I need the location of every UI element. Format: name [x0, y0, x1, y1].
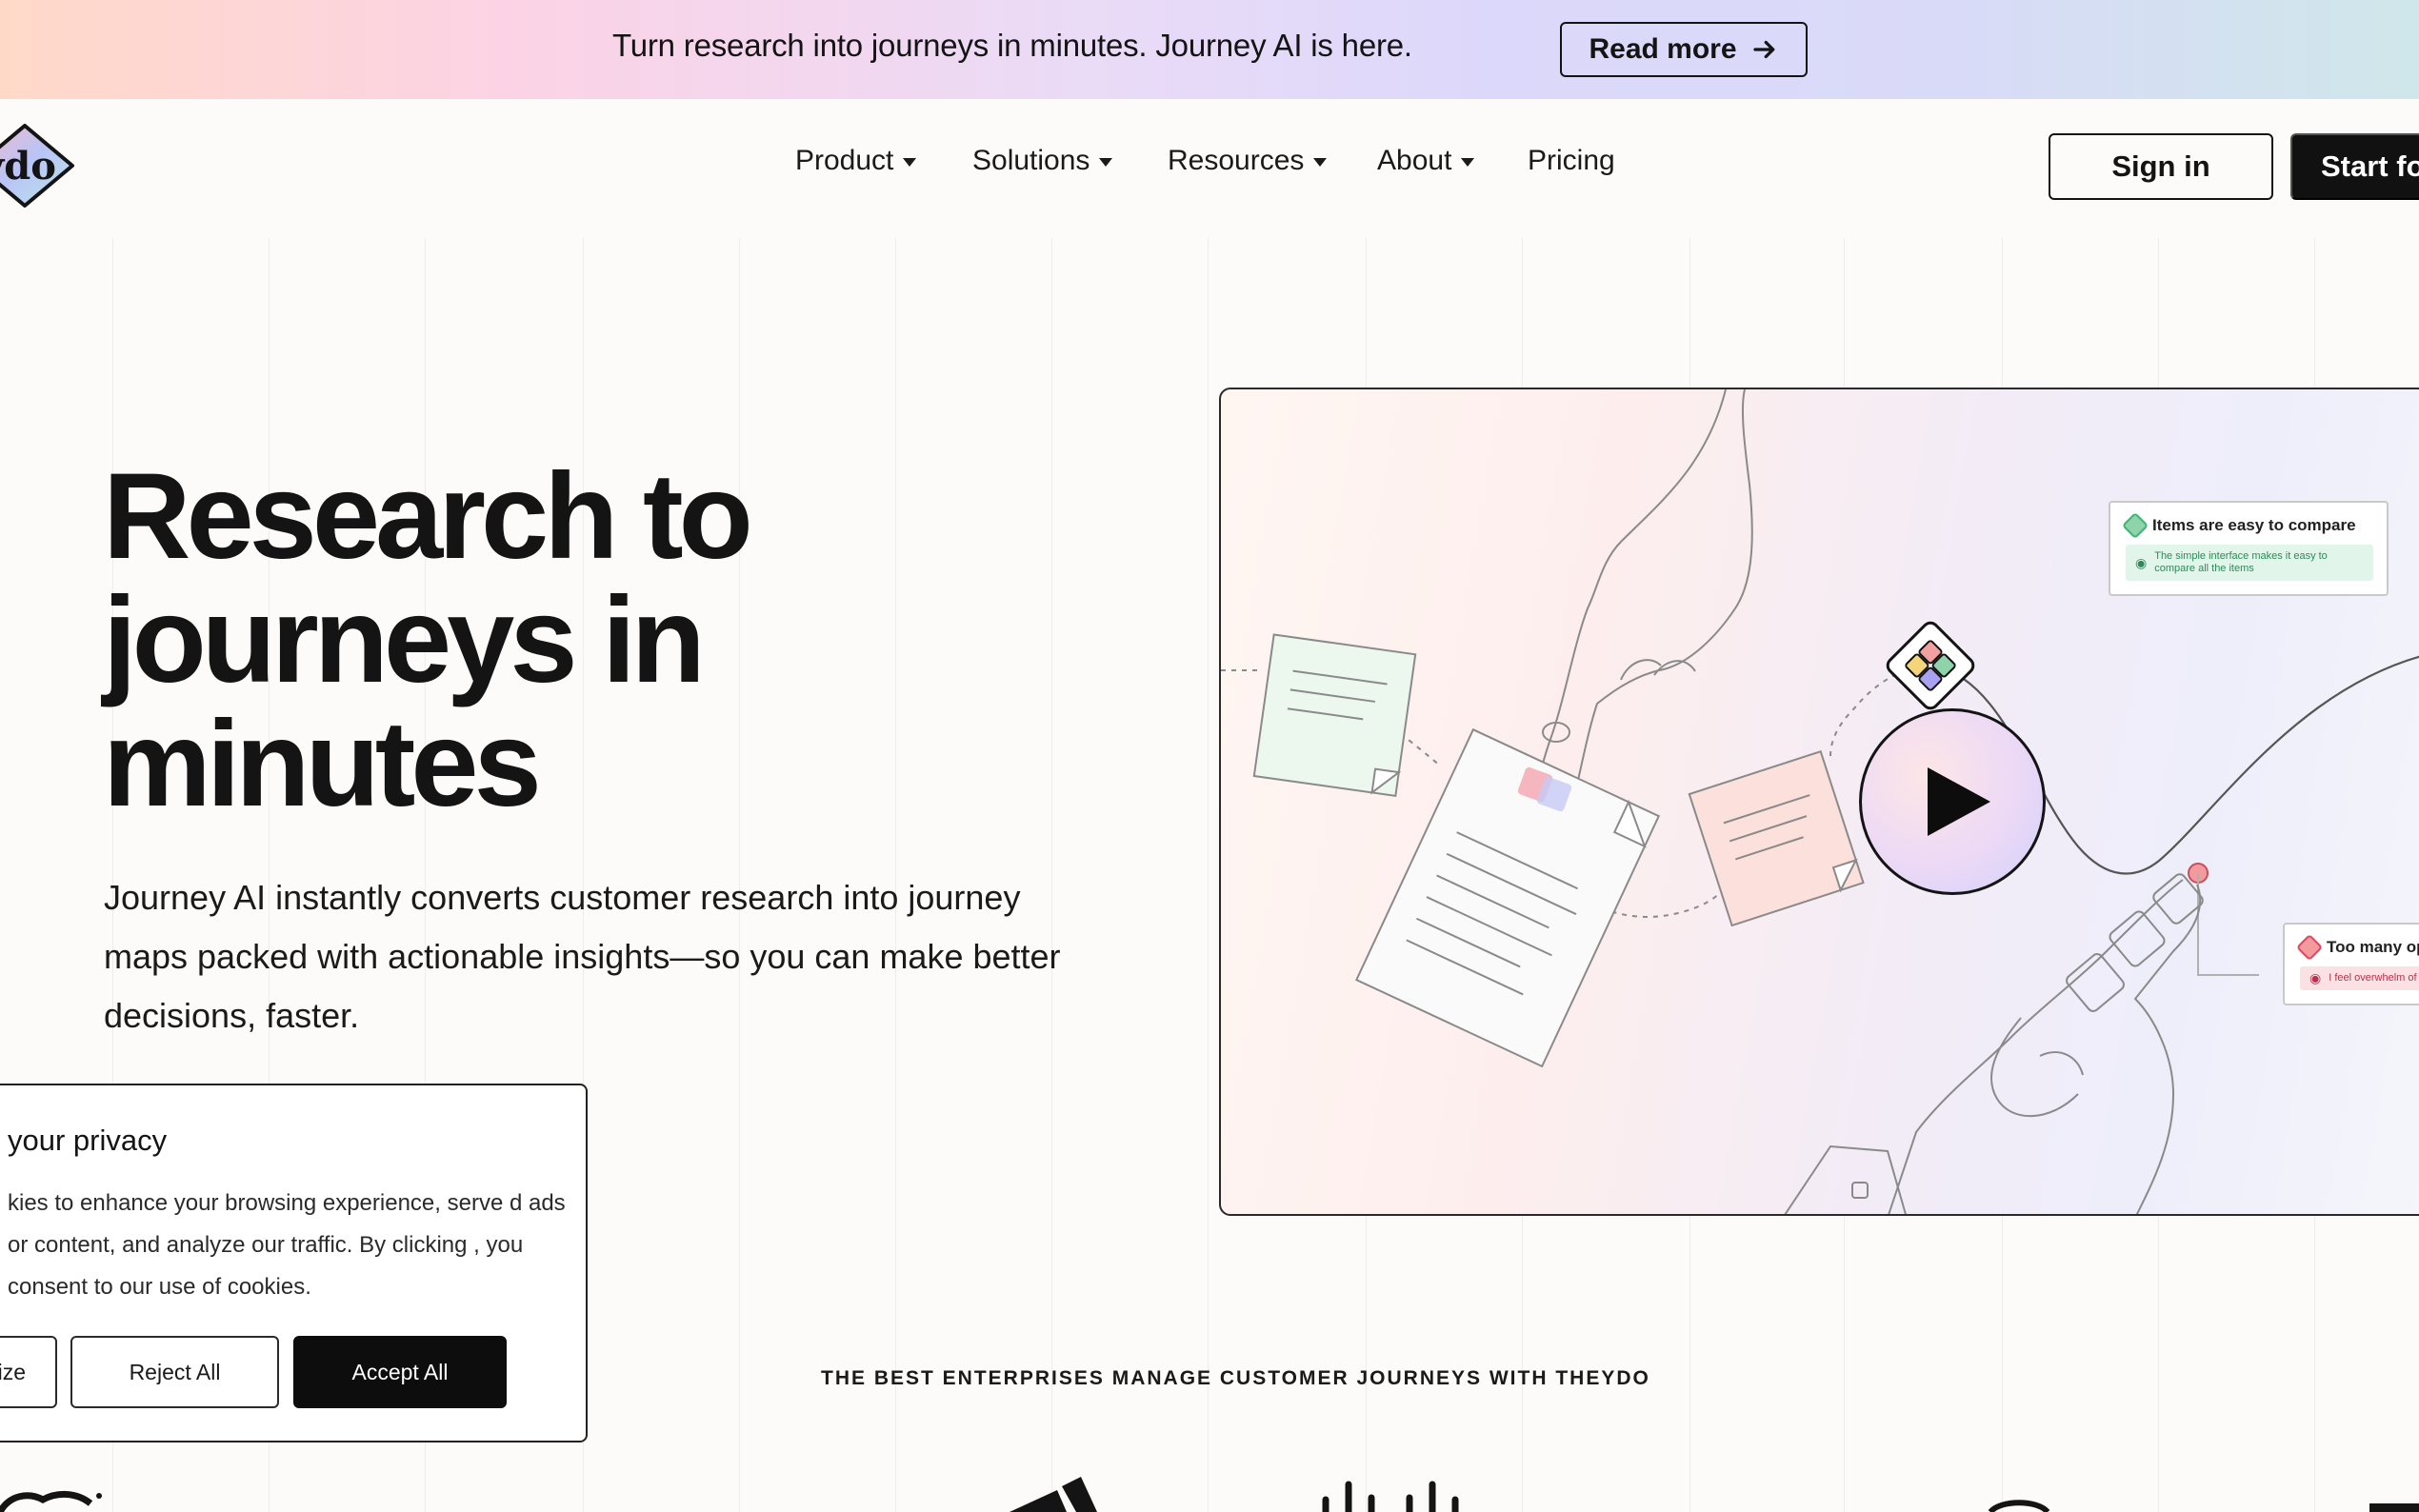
insight-card-note: I feel overwhelm of options avail — [2329, 972, 2419, 984]
play-video-button[interactable] — [1859, 708, 2046, 895]
banner-text: Turn research into journeys in minutes. … — [612, 28, 1412, 63]
caret-down-icon — [1461, 158, 1475, 167]
insight-card-title: Items are easy to compare — [2152, 516, 2356, 534]
trust-text: THE BEST ENTERPRISES MANAGE CUSTOMER JOU… — [821, 1367, 1650, 1389]
nav-product-label: Product — [795, 145, 894, 176]
nav-pricing-label: Pricing — [1528, 145, 1615, 176]
eye-icon: ◉ — [2135, 554, 2148, 570]
accept-all-button[interactable]: Accept All — [293, 1336, 507, 1408]
customer-logo — [0, 1491, 102, 1512]
caret-down-icon — [903, 158, 917, 167]
nav-about-label: About — [1377, 145, 1452, 176]
insight-card-note: The simple interface makes it easy to co… — [2154, 550, 2328, 574]
announcement-banner: Turn research into journeys in minutes. … — [0, 0, 2419, 99]
hero-subtitle: Journey AI instantly converts customer r… — [104, 878, 1061, 1035]
customer-logo — [1010, 1477, 1097, 1512]
hero-video[interactable]: Items are easy to compare ◉ The simple i… — [1219, 388, 2419, 1216]
customer-logo — [1988, 1500, 2050, 1512]
customer-logo — [1322, 1481, 1459, 1512]
nav-product[interactable]: Product — [795, 145, 917, 177]
customize-button[interactable]: nize — [0, 1336, 57, 1408]
positive-tag-icon — [2121, 511, 2149, 540]
insight-card-positive: Items are easy to compare ◉ The simple i… — [2109, 501, 2389, 596]
nav-pricing[interactable]: Pricing — [1528, 145, 1615, 177]
hero-title-line: Research to — [103, 448, 753, 585]
nav-resources-label: Resources — [1168, 145, 1305, 176]
insight-card-title: Too many op — [2327, 938, 2419, 956]
nav-resources[interactable]: Resources — [1168, 145, 1328, 177]
sign-in-button[interactable]: Sign in — [2049, 133, 2273, 200]
logo-text: ydo — [0, 144, 56, 189]
read-more-label: Read more — [1589, 33, 1737, 65]
read-more-button[interactable]: Read more — [1560, 22, 1808, 77]
eye-icon: ◉ — [2309, 970, 2322, 985]
theydo-logo[interactable]: ydo — [0, 120, 78, 211]
hero-title-line: minutes — [103, 696, 542, 832]
negative-tag-icon — [2295, 933, 2324, 962]
caret-down-icon — [1099, 158, 1113, 167]
hero-title: Research to journeys in minutes — [103, 455, 1055, 826]
cookie-consent-dialog: your privacy kies to enhance your browsi… — [0, 1084, 588, 1442]
nav-solutions-label: Solutions — [972, 145, 1090, 176]
arrow-right-icon — [1752, 40, 1774, 59]
nav-about[interactable]: About — [1377, 145, 1475, 177]
nav-solutions[interactable]: Solutions — [972, 145, 1113, 177]
hero-title-line: journeys in — [103, 572, 706, 708]
cookie-title: your privacy — [8, 1124, 168, 1157]
start-free-button[interactable]: Start fo — [2290, 133, 2419, 200]
customer-logo — [2369, 1503, 2419, 1512]
cookie-body: kies to enhance your browsing experience… — [8, 1190, 566, 1300]
insight-card-negative: Too many op ◉ I feel overwhelm of option… — [2283, 923, 2419, 1005]
customer-logos — [0, 1477, 2419, 1512]
reject-all-button[interactable]: Reject All — [70, 1336, 279, 1408]
caret-down-icon — [1313, 158, 1328, 167]
play-icon — [1928, 767, 1990, 836]
